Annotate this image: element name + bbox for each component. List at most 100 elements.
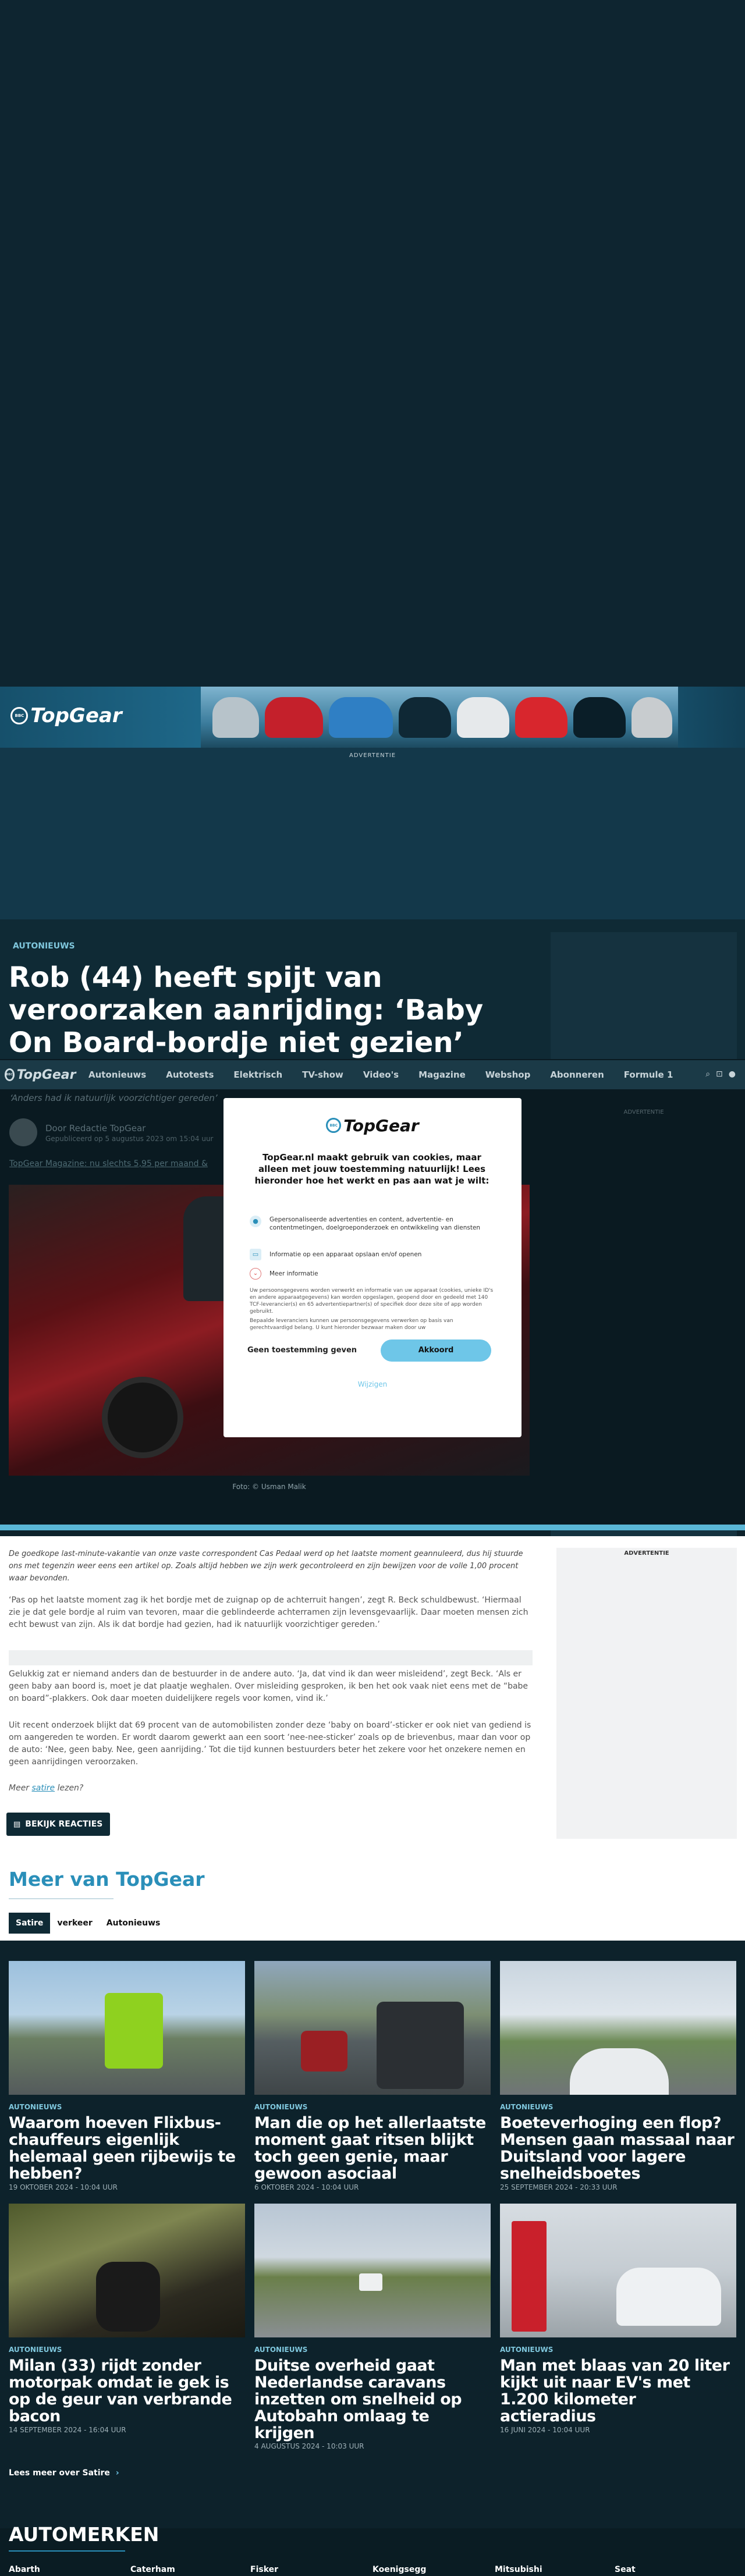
card-date: 16 JUNI 2024 - 10:04 uur	[500, 2426, 590, 2434]
tab-autonieuws[interactable]: Autonieuws	[100, 1913, 168, 1934]
card-category[interactable]: AUTONIEUWS	[9, 2346, 62, 2354]
card-title[interactable]: Man die op het allerlaatste moment gaat …	[254, 2115, 490, 2182]
brand-fisker[interactable]: Fisker	[250, 2565, 278, 2574]
nav-item-magazine[interactable]: Magazine	[418, 1070, 466, 1080]
card-category[interactable]: AUTONIEUWS	[254, 2103, 307, 2111]
brand-koenigsegg[interactable]: Koenigsegg	[372, 2565, 426, 2574]
car-hood-shape	[570, 2048, 669, 2095]
brands-title: AUTOMERKEN	[9, 2523, 159, 2546]
more-title: Meer van TopGear	[9, 1868, 205, 1891]
article-category[interactable]: AUTONIEUWS	[13, 941, 75, 951]
charger-shape	[512, 2221, 547, 2332]
author-name[interactable]: Door Redactie TopGear	[45, 1123, 146, 1134]
article-subtitle: ‘Anders had ik natuurlijk voorzichtiger …	[10, 1093, 218, 1103]
car-shape	[632, 697, 672, 738]
search-icon[interactable]: ⌕	[705, 1070, 710, 1079]
banner-logo: BBC TopGear	[8, 699, 125, 732]
cookie-title: TopGear.nl maakt gebruik van cookies, ma…	[254, 1152, 489, 1186]
more-satire: Meer satire lezen?	[9, 1783, 83, 1793]
article-paragraph: Gelukkig zat er niemand anders dan de be…	[9, 1669, 528, 1703]
read-more-label: Lees meer over Satire	[9, 2468, 110, 2478]
nav-links: Autonieuws Autotests Elektrisch TV-show …	[88, 1070, 673, 1080]
nav-item-webshop[interactable]: Webshop	[485, 1070, 531, 1080]
car-shape	[301, 2031, 347, 2072]
nav-item-tv-show[interactable]: TV-show	[302, 1070, 343, 1080]
card-image[interactable]	[9, 1961, 245, 2095]
card-date: 6 OKTOBER 2024 - 10:04 uur	[254, 2183, 359, 2191]
tab-verkeer[interactable]: verkeer	[50, 1913, 99, 1934]
user-icon[interactable]: ●	[729, 1070, 736, 1079]
nav-item-abonneren[interactable]: Abonneren	[550, 1070, 604, 1080]
photo-credit: Foto: © Usman Malik	[232, 1483, 306, 1491]
brands-underline	[9, 2550, 125, 2552]
car-shape	[399, 697, 451, 738]
cookie-more-info[interactable]: ⌄ Meer informatie	[250, 1268, 494, 1280]
ad-label-repeat: ADVERTENTIE	[349, 752, 396, 759]
article-title: Rob (44) heeft spijt van veroorzaken aan…	[9, 961, 484, 1059]
cookie-more-label: Meer informatie	[269, 1270, 318, 1277]
comment-icon: ▤	[13, 1820, 21, 1829]
car-shape	[515, 697, 567, 738]
cookie-item: ● Gepersonaliseerde advertenties en cont…	[250, 1216, 494, 1232]
card-title[interactable]: Boeteverhoging een flop? Mensen gaan mas…	[500, 2115, 736, 2182]
banner-cars-image	[201, 687, 678, 748]
nav-item-autotests[interactable]: Autotests	[166, 1070, 214, 1080]
decline-button[interactable]: Geen toestemming geven	[247, 1339, 357, 1362]
brand-seat[interactable]: Seat	[615, 2565, 636, 2574]
brand-mitsubishi[interactable]: Mitsubishi	[495, 2565, 542, 2574]
nav-item-elektrisch[interactable]: Elektrisch	[233, 1070, 282, 1080]
card-title[interactable]: Milan (33) rijdt zonder motorpak omdat i…	[9, 2357, 244, 2425]
nav-item-videos[interactable]: Video's	[363, 1070, 399, 1080]
nav-item-formule-1[interactable]: Formule 1	[624, 1070, 673, 1080]
card-date: 14 SEPTEMBER 2024 - 16:04 uur	[9, 2426, 126, 2434]
card-title[interactable]: Man met blaas van 20 liter kijkt uit naa…	[500, 2357, 736, 2425]
nav-logo[interactable]: BBC TopGear	[4, 1063, 76, 1086]
car-shape	[265, 697, 323, 738]
logo-ring-icon: BBC	[10, 707, 29, 724]
car-shape	[457, 697, 509, 738]
cookie-logo: BBC TopGear	[326, 1111, 419, 1140]
ad-band	[0, 748, 745, 919]
cookie-item-text: Gepersonaliseerde advertenties en conten…	[269, 1216, 481, 1231]
card-category[interactable]: AUTONIEUWS	[9, 2103, 62, 2111]
read-more-link[interactable]: Lees meer over Satire ›	[9, 2468, 119, 2478]
cookie-body: Uw persoonsgegevens worden verwerkt en i…	[250, 1288, 494, 1314]
accept-button[interactable]: Akkoord	[381, 1339, 491, 1362]
comments-button[interactable]: ▤ BEKIJK REACTIES	[6, 1813, 110, 1836]
article-lead: De goedkope last-minute-vakantie van onz…	[9, 1550, 523, 1583]
card-title[interactable]: Duitse overheid gaat Nederlandse caravan…	[254, 2357, 490, 2442]
satire-link[interactable]: satire	[32, 1783, 55, 1793]
brand-caterham[interactable]: Caterham	[130, 2565, 175, 2574]
cart-icon[interactable]: ⊡	[716, 1070, 723, 1079]
tab-satire[interactable]: Satire	[9, 1913, 51, 1934]
bus-shape	[105, 1993, 163, 2069]
main-nav: BBC TopGear Autonieuws Autotests Elektri…	[0, 1060, 745, 1089]
motorcycle-shape	[96, 2262, 160, 2332]
sidebar-ad-lower[interactable]: ADVERTENTIE	[556, 1548, 737, 1839]
person-icon: ●	[250, 1216, 261, 1227]
manage-link[interactable]: Wijzigen	[224, 1380, 522, 1388]
car-shape	[616, 2268, 721, 2326]
card-image[interactable]	[500, 2204, 736, 2337]
more-suffix: lezen?	[57, 1783, 84, 1793]
promo-link[interactable]: TopGear Magazine: nu slechts 5,95 per ma…	[9, 1159, 208, 1168]
nav-item-autonieuws[interactable]: Autonieuws	[88, 1070, 146, 1080]
card-image[interactable]	[500, 1961, 736, 2095]
ad-banner[interactable]: BBC TopGear	[0, 687, 745, 748]
card-category[interactable]: AUTONIEUWS	[254, 2346, 307, 2354]
author-avatar	[9, 1118, 37, 1146]
card-image[interactable]	[254, 2204, 491, 2337]
hero-car-wheel	[102, 1377, 183, 1458]
cookie-item-text: Informatie op een apparaat opslaan en/of…	[269, 1251, 422, 1258]
article-paragraph: Uit recent onderzoek blijkt dat 69 proce…	[9, 1721, 531, 1767]
card-category[interactable]: AUTONIEUWS	[500, 2346, 553, 2354]
nav-icons: ⌕ ⊡ ●	[705, 1070, 736, 1079]
card-title[interactable]: Waarom hoeven Flixbus-chauffeurs eigenli…	[9, 2115, 244, 2182]
card-image[interactable]	[254, 1961, 491, 2095]
card-image[interactable]	[9, 2204, 245, 2337]
car-shape	[329, 697, 393, 738]
device-icon: ▭	[250, 1249, 261, 1260]
card-date: 19 OKTOBER 2024 - 10:04 uur	[9, 2183, 118, 2191]
brand-abarth[interactable]: Abarth	[9, 2565, 40, 2574]
card-category[interactable]: AUTONIEUWS	[500, 2103, 553, 2111]
